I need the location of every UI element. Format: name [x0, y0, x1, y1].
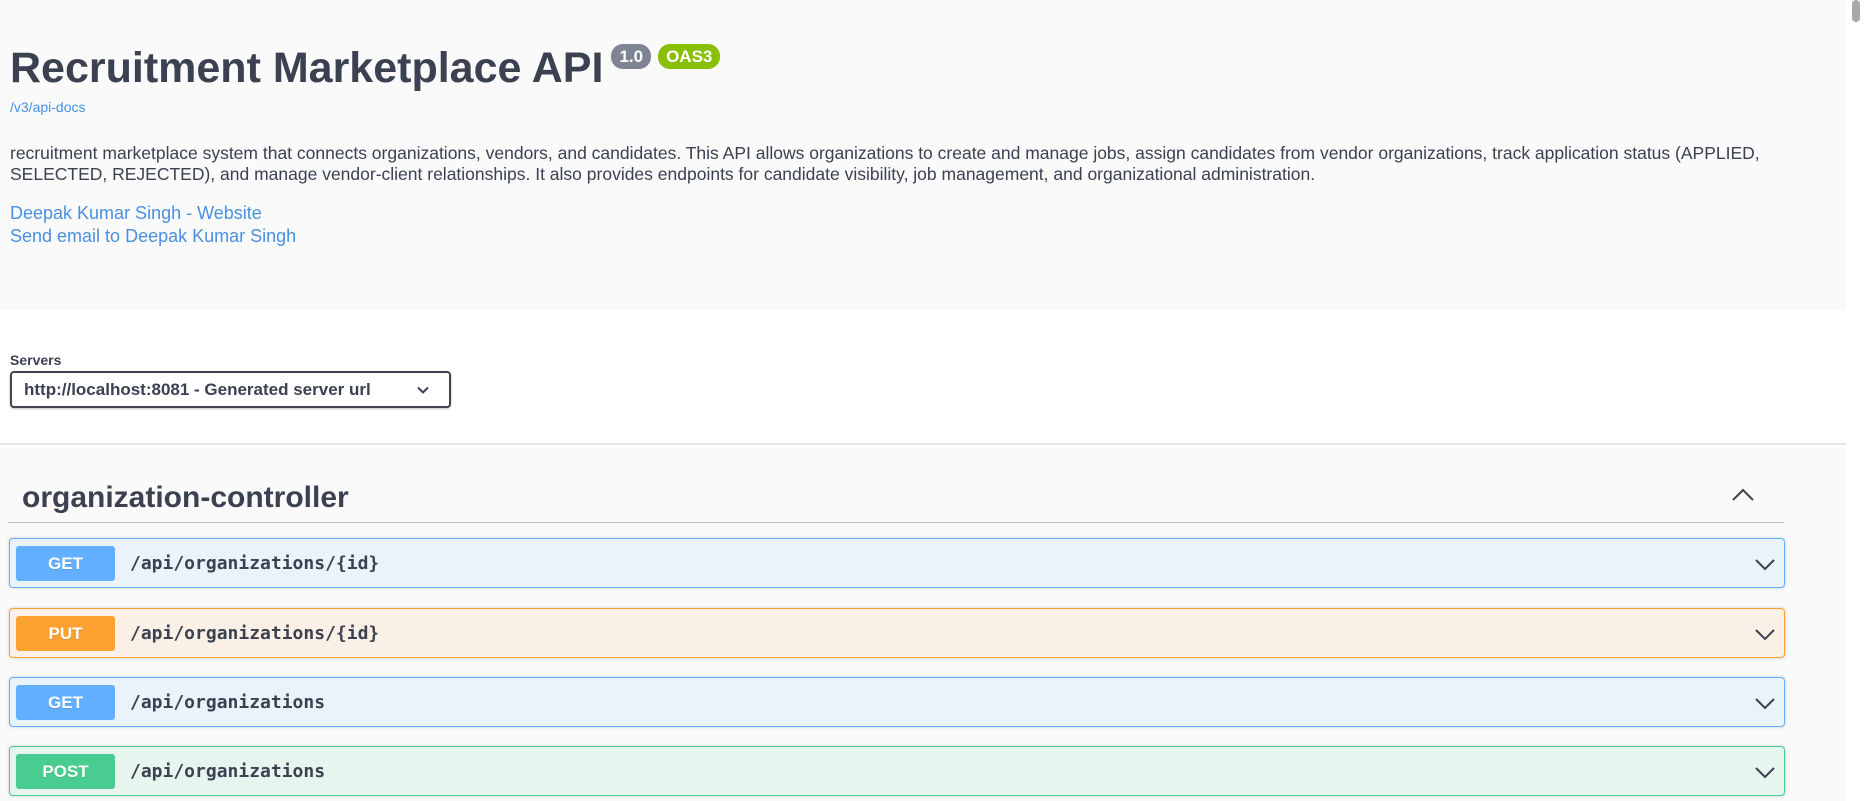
operation-path: /api/organizations [130, 761, 326, 782]
vertical-scrollbar[interactable] [1848, 0, 1865, 801]
operation-put-organization[interactable]: PUT /api/organizations/{id} [9, 608, 1785, 658]
chevron-down-icon[interactable] [1754, 555, 1776, 573]
servers-label: Servers [10, 352, 62, 368]
chevron-down-icon [417, 386, 429, 394]
scrollbar-thumb[interactable] [1852, 0, 1860, 22]
method-badge: GET [16, 546, 115, 581]
chevron-down-icon[interactable] [1754, 625, 1776, 643]
method-badge: POST [16, 754, 115, 789]
chevron-up-icon[interactable] [1730, 485, 1756, 505]
operation-get-organizations[interactable]: GET /api/organizations [9, 677, 1785, 727]
operation-path: /api/organizations/{id} [130, 623, 380, 644]
contact-email-link[interactable]: Send email to Deepak Kumar Singh [10, 225, 296, 247]
tag-name: organization-controller [22, 481, 349, 514]
api-description: recruitment marketplace system that conn… [10, 143, 1760, 184]
chevron-down-icon[interactable] [1754, 694, 1776, 712]
operation-post-organization[interactable]: POST /api/organizations [9, 746, 1785, 796]
api-docs-link[interactable]: /v3/api-docs [10, 99, 85, 115]
page-title: Recruitment Marketplace API [10, 44, 604, 92]
oas-badge: OAS3 [658, 44, 721, 69]
operation-get-organization-by-id[interactable]: GET /api/organizations/{id} [9, 538, 1785, 588]
operation-path: /api/organizations/{id} [130, 553, 380, 574]
method-badge: GET [16, 685, 115, 720]
servers-select[interactable]: http://localhost:8081 - Generated server… [10, 371, 451, 408]
contact-website-link[interactable]: Deepak Kumar Singh - Website [10, 202, 262, 224]
chevron-down-icon[interactable] [1754, 763, 1776, 781]
version-badge: 1.0 [611, 44, 652, 69]
title-row: Recruitment Marketplace API 1.0 OAS3 [10, 40, 721, 96]
api-info-section: Recruitment Marketplace API 1.0 OAS3 /v3… [0, 0, 1846, 310]
method-badge: PUT [16, 616, 115, 651]
tag-header[interactable]: organization-controller [8, 467, 1784, 523]
operation-path: /api/organizations [130, 692, 326, 713]
servers-selected-value: http://localhost:8081 - Generated server… [24, 379, 371, 399]
servers-section: Servers http://localhost:8081 - Generate… [0, 310, 1846, 445]
